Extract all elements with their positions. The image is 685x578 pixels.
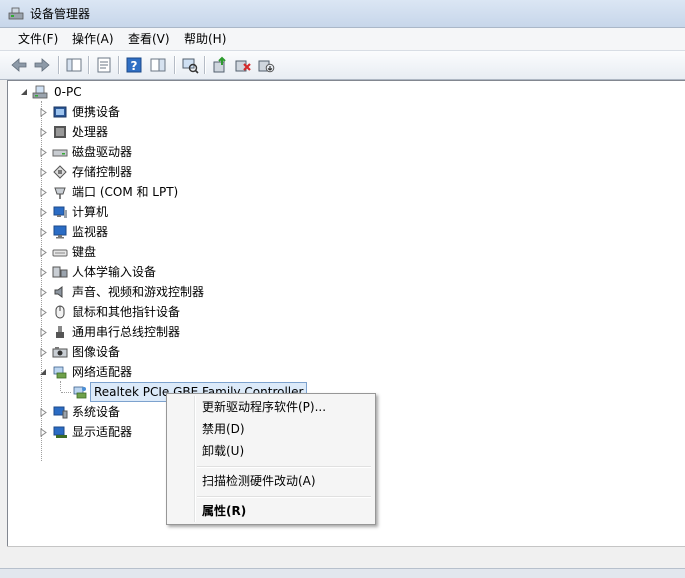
menu-bar: 文件(F) 操作(A) 查看(V) 帮助(H) [0,28,685,51]
portable-device-icon [53,106,67,118]
tree-node-computer-label: 计算机 [72,205,109,219]
help-icon[interactable]: ? [124,55,144,75]
update-driver-icon[interactable] [210,55,230,75]
context-menu: 更新驱动程序软件(P)... 禁用(D) 卸载(U) 扫描检测硬件改动(A) 属… [166,393,376,525]
forward-arrow-icon[interactable] [32,55,52,75]
svg-text:?: ? [131,59,138,73]
menu-item-properties-label: 属性(R) [202,504,247,518]
tree-node-port-label: 端口 (COM 和 LPT) [72,185,179,199]
storage-controller-icon [53,165,67,179]
collapsed-triangle-icon[interactable] [39,188,48,197]
tree-node-storage-controller-label: 存储控制器 [72,165,133,179]
menu-item-properties[interactable]: 属性(R) [169,500,373,522]
context-menu-separator [197,496,371,498]
tree-node-network-adapter-label: 网络适配器 [72,365,133,379]
uninstall-icon[interactable] [233,55,253,75]
disk-drive-icon [52,149,68,157]
collapsed-triangle-icon[interactable] [39,168,48,177]
tree-node-processor-label: 处理器 [72,125,109,139]
expanded-triangle-icon[interactable] [20,88,29,97]
tree-node-mouse-label: 鼠标和其他指针设备 [72,305,181,319]
menu-item-scan-hardware[interactable]: 扫描检测硬件改动(A) [169,470,373,492]
device-manager-window: 设备管理器 文件(F) 操作(A) 查看(V) 帮助(H) ? 0-PC 便携设… [0,0,685,578]
keyboard-icon [52,249,68,257]
title-bar: 设备管理器 [0,0,685,28]
tree-node-imaging-device-label: 图像设备 [72,345,121,359]
menu-file[interactable]: 文件(F) [14,31,62,47]
processor-icon [54,126,66,138]
tree-node-portable-device-label: 便携设备 [72,105,121,119]
toolbar-separator [88,56,89,74]
network-adapter-icon [73,386,87,399]
monitor-icon [53,225,67,239]
collapsed-triangle-icon[interactable] [39,208,48,217]
scan-hardware-icon[interactable] [180,55,200,75]
collapsed-triangle-icon[interactable] [39,108,48,117]
computer-icon [53,206,67,218]
menu-item-update-driver-label: 更新驱动程序软件(P)... [202,400,327,414]
expanded-triangle-icon[interactable] [39,368,48,377]
tree-node-keyboard-label: 键盘 [72,245,97,259]
context-menu-separator [197,466,371,468]
properties-icon[interactable] [94,55,114,75]
tree-node-sound-label: 声音、视频和游戏控制器 [72,285,205,299]
tree-node-display-adapter-label: 显示适配器 [72,425,133,439]
toolbar-separator [204,56,205,74]
menu-item-scan-hardware-label: 扫描检测硬件改动(A) [202,474,316,488]
tree-node-usb-label: 通用串行总线控制器 [72,325,181,339]
collapsed-triangle-icon[interactable] [39,228,48,237]
tree-guide-line [61,392,71,394]
collapsed-triangle-icon[interactable] [39,408,48,417]
menu-view[interactable]: 查看(V) [124,31,174,47]
menu-item-disable-label: 禁用(D) [202,422,245,436]
tree-guide-line [60,381,62,391]
menu-item-update-driver[interactable]: 更新驱动程序软件(P)... [169,396,373,418]
window-title: 设备管理器 [30,7,91,21]
hid-icon [52,266,68,278]
collapsed-triangle-icon[interactable] [39,348,48,357]
tree-node-monitor-label: 监视器 [72,225,109,239]
toolbar-separator [118,56,119,74]
toolbar-separator [58,56,59,74]
usb-icon [56,326,64,338]
toolbar-separator [174,56,175,74]
mouse-icon [55,305,65,319]
menu-item-uninstall-label: 卸载(U) [202,444,245,458]
menu-help[interactable]: 帮助(H) [180,31,230,47]
system-device-icon [53,406,68,419]
sound-icon [54,286,63,298]
tree-root-label: 0-PC [54,85,82,99]
display-adapter-icon [53,426,67,438]
port-icon [54,187,66,199]
show-hide-tree-icon[interactable] [64,55,84,75]
tree-node-system-device-label: 系统设备 [72,405,121,419]
pc-icon [32,85,48,99]
status-bar [7,546,685,569]
disable-icon[interactable] [256,55,276,75]
menu-item-uninstall[interactable]: 卸载(U) [169,440,373,462]
menu-item-disable[interactable]: 禁用(D) [169,418,373,440]
collapsed-triangle-icon[interactable] [39,308,48,317]
collapsed-triangle-icon[interactable] [39,288,48,297]
device-manager-icon [8,7,24,20]
collapsed-triangle-icon[interactable] [39,248,48,257]
menu-action[interactable]: 操作(A) [68,31,118,47]
tree-node-hid-label: 人体学输入设备 [72,265,157,279]
imaging-device-icon [52,347,68,358]
collapsed-triangle-icon[interactable] [39,328,48,337]
network-adapter-icon [53,366,67,379]
collapsed-triangle-icon[interactable] [39,128,48,137]
collapsed-triangle-icon[interactable] [39,268,48,277]
tree-node-disk-drive-label: 磁盘驱动器 [72,145,133,159]
back-arrow-icon[interactable] [9,55,29,75]
collapsed-triangle-icon[interactable] [39,148,48,157]
toolbar: ? [0,51,685,80]
action-pane-icon[interactable] [148,55,168,75]
collapsed-triangle-icon[interactable] [39,428,48,437]
